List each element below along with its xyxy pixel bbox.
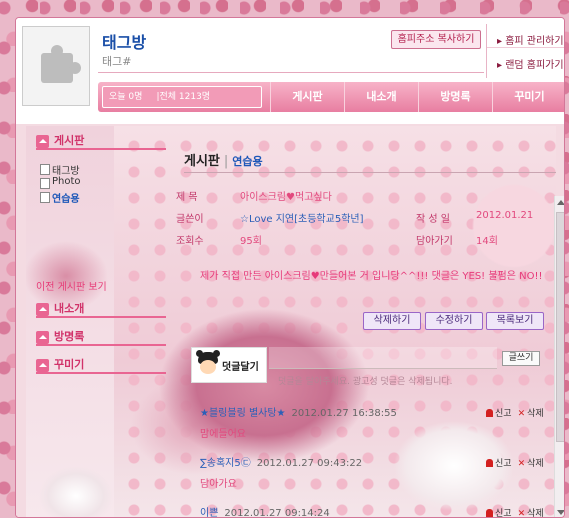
views-row: 조회수 95회 담아가기 14회	[176, 232, 556, 247]
visit-counter: 오늘 0명 |전체 1213명	[102, 86, 262, 108]
heading-separator: |	[223, 154, 229, 169]
arrow-up-icon	[36, 135, 49, 148]
comment-hint: 덧글을 달아주세요. 광고성 덧글은 삭제됩니다.	[278, 377, 453, 387]
post-author[interactable]: ☆Love 지연[초등학교5학년]	[240, 210, 364, 225]
sidebar-heading-decorate[interactable]: 꾸미기	[36, 358, 166, 374]
main-area: 게시판 태그방 Photo 연습용 이전 게시판 보기 내소개 방명록 꾸미기 …	[16, 124, 564, 518]
views-label: 조회수	[176, 236, 204, 247]
title-row: 제 목 아이스크림♥먹고싶다	[176, 188, 332, 203]
header: 태그방 태그# 홈피주소 복사하기 ▸ 홈피 관리하기 ▸ 랜덤 홈피가기 오늘…	[16, 18, 564, 124]
sidebar-heading-guestbook[interactable]: 방명록	[36, 330, 166, 346]
delete-post-button[interactable]: 삭제하기	[363, 312, 421, 330]
arrow-down-icon	[36, 331, 49, 344]
comment-nick[interactable]: ★블링블링 별사탕★	[200, 408, 286, 419]
random-homepage-link[interactable]: ▸ 랜덤 홈피가기	[487, 47, 564, 71]
siren-icon	[486, 509, 493, 517]
puzzle-icon	[41, 45, 81, 83]
comment-text: 맘에들어요	[200, 429, 246, 440]
sidebar-heading-guestbook-label: 방명록	[54, 330, 85, 343]
page-subtitle: 태그#	[102, 55, 132, 68]
sidebar-item-practice[interactable]: 연습용	[40, 190, 80, 205]
sidebar-heading-board-label: 게시판	[54, 134, 85, 147]
comment-item: ★블링블링 별사탕★ 2012.01.27 16:38:55 맘에들어요	[200, 404, 397, 440]
avatar-face	[200, 360, 216, 374]
comment-actions: 신고 ✕ 삭제	[486, 406, 544, 419]
comment-avatar-label: 덧글달기	[222, 362, 259, 373]
author-row: 글쓴이 ☆Love 지연[초등학교5학년] 작 성 일 2012.01.21	[176, 210, 556, 225]
board-divider	[184, 172, 556, 173]
comment-actions: 신고 ✕ 삭제	[486, 506, 544, 518]
author-label: 글쓴이	[176, 214, 204, 225]
sidebar-item-photo[interactable]: Photo	[40, 176, 81, 189]
manage-homepage-label: 홈피 관리하기	[505, 36, 564, 47]
homepage-window: 태그방 태그# 홈피주소 복사하기 ▸ 홈피 관리하기 ▸ 랜덤 홈피가기 오늘…	[15, 17, 565, 518]
comment-date: 2012.01.27 09:14:24	[224, 508, 330, 518]
tab-board[interactable]: 게시판	[270, 82, 344, 112]
tab-decorate[interactable]: 꾸미기	[492, 82, 564, 112]
close-icon: ✕	[517, 409, 526, 419]
edit-post-button[interactable]: 수정하기	[425, 312, 483, 330]
list-button[interactable]: 목록보기	[486, 312, 544, 330]
comment-text: 담아가요	[200, 479, 237, 490]
sidebar-heading-intro[interactable]: 내소개	[36, 302, 166, 318]
write-comment-button[interactable]: 글쓰기	[502, 351, 540, 366]
post-replies: 14회	[476, 236, 498, 247]
comment-avatar: 덧글달기	[191, 347, 267, 383]
nav-tabs: 게시판 내소개 방명록 꾸미기	[270, 82, 564, 112]
sidebar-prev-link[interactable]: 이전 게시판 보기	[36, 278, 107, 293]
board-heading: 게시판 | 연습용	[184, 150, 263, 169]
board-category[interactable]: 연습용	[232, 155, 262, 168]
siren-icon	[486, 409, 493, 417]
copy-address-button[interactable]: 홈피주소 복사하기	[391, 30, 481, 49]
replies-label: 담아가기	[416, 236, 453, 247]
close-icon: ✕	[517, 459, 526, 469]
report-button[interactable]: 신고	[495, 409, 512, 419]
report-button[interactable]: 신고	[495, 459, 512, 469]
sidebar-item-tagbang[interactable]: 태그방	[40, 162, 80, 177]
board-heading-label: 게시판	[184, 154, 220, 169]
sidebar-heading-board[interactable]: 게시판	[36, 134, 166, 150]
delete-comment-button[interactable]: 삭제	[527, 409, 544, 419]
manage-homepage-link[interactable]: ▸ 홈피 관리하기	[487, 24, 564, 47]
comment-item: ∑송혹지5㉢ 2012.01.27 09:43:22 담아가요	[200, 454, 362, 490]
tab-intro[interactable]: 내소개	[344, 82, 418, 112]
comment-actions: 신고 ✕ 삭제	[486, 456, 544, 469]
comment-nick[interactable]: ∑송혹지5㉢	[200, 458, 251, 469]
random-homepage-label: 랜덤 홈피가기	[505, 60, 564, 71]
comment-input[interactable]	[269, 347, 497, 369]
siren-icon	[486, 459, 493, 467]
scroll-thumb[interactable]	[556, 212, 564, 442]
main-nav: 오늘 0명 |전체 1213명 게시판 내소개 방명록 꾸미기	[98, 82, 564, 112]
report-button[interactable]: 신고	[495, 509, 512, 517]
arrow-down-icon	[36, 303, 49, 316]
title-label: 제 목	[176, 192, 198, 203]
tab-guestbook[interactable]: 방명록	[418, 82, 492, 112]
side-links: ▸ 홈피 관리하기 ▸ 랜덤 홈피가기	[486, 24, 564, 78]
comment-item: 이쁜 2012.01.27 09:14:24	[200, 504, 330, 518]
sidebar-heading-intro-label: 내소개	[54, 302, 85, 315]
sidebar-heading-decorate-label: 꾸미기	[54, 358, 85, 371]
close-icon: ✕	[517, 509, 526, 518]
post-views: 95회	[240, 236, 262, 247]
visit-today: 오늘 0명	[109, 92, 143, 102]
header-divider	[98, 72, 484, 73]
scrollbar[interactable]	[554, 196, 564, 517]
comment-nick[interactable]: 이쁜	[200, 508, 218, 517]
scroll-down-icon[interactable]	[557, 510, 564, 515]
post-title: 아이스크림♥먹고싶다	[240, 192, 332, 203]
delete-comment-button[interactable]: 삭제	[527, 459, 544, 469]
girl-avatar-icon	[196, 350, 220, 378]
comment-date: 2012.01.27 09:43:22	[256, 458, 363, 469]
scroll-up-icon[interactable]	[557, 200, 564, 205]
date-label: 작 성 일	[416, 214, 450, 225]
post-content: 제가 직접 만든 아이스크림♥만들어본 거 입니당^^!!! 댓글은 YES! …	[200, 271, 543, 282]
visit-total: |전체 1213명	[156, 92, 211, 102]
arrow-down-icon	[36, 359, 49, 372]
comment-date: 2012.01.27 16:38:55	[291, 408, 397, 419]
post-date: 2012.01.21	[476, 210, 534, 221]
page-title: 태그방	[102, 33, 147, 52]
delete-comment-button[interactable]: 삭제	[527, 509, 544, 517]
profile-avatar[interactable]	[22, 26, 90, 106]
